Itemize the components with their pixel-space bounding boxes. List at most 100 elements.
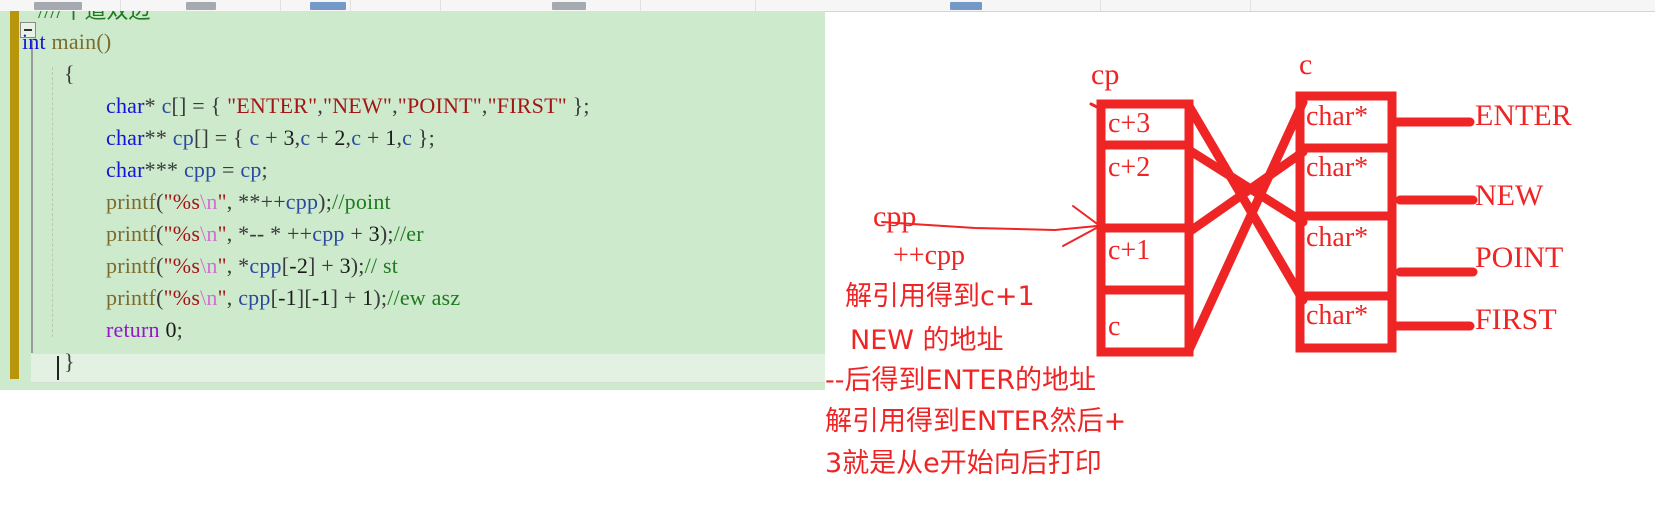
code-line[interactable]: printf("%s\n", **++cpp);//point [106,191,391,213]
code-token: c [300,125,311,150]
code-token: }; [566,93,590,118]
code-token: ] + [330,285,363,310]
code-token: 1 [385,125,397,150]
code-token: ][ [296,285,312,310]
code-token: 0 [165,317,177,342]
annotation-line-6: 3就是从e开始向后打印 [825,448,1102,479]
code-token: "FIRST" [487,93,567,118]
code-token: "ENTER" [227,93,318,118]
toolbar-separator [640,0,641,11]
code-token: char [106,157,145,182]
code-token: 1 [362,285,374,310]
code-token: "%s [163,221,201,246]
cp-cell-0: c+3 [1108,108,1151,139]
code-token: 3 [283,125,295,150]
code-token: *** [144,157,184,182]
code-token: \n [200,189,218,214]
toolbar-separator [755,0,756,11]
code-line[interactable]: char** cp[] = { c + 3,c + 2,c + 1,c }; [106,127,435,149]
code-token: * [144,93,162,118]
code-line[interactable]: return 0; [106,319,183,341]
code-token: " [217,285,227,310]
code-token: "%s [163,285,201,310]
code-token: + [259,125,284,150]
string-label-first: FIRST [1475,303,1557,336]
code-token: ); [350,253,365,278]
code-token: ); [318,189,333,214]
code-line[interactable]: { [64,63,75,85]
code-token: char [106,93,145,118]
code-token: + [361,125,386,150]
code-token: ** [144,125,173,150]
code-token: // st [364,253,399,278]
code-token: , [226,285,239,310]
code-token: , * [226,253,250,278]
code-token: 3 [368,221,380,246]
c-cell-2: char* [1306,222,1369,253]
code-token: \n [200,221,218,246]
code-token: printf [106,221,157,246]
code-token: char [106,125,145,150]
toolbar-menu-item-icon[interactable] [552,2,586,10]
string-label-point: POINT [1475,241,1564,274]
code-token: ( [156,189,164,214]
code-token: printf [106,285,157,310]
code-token: " [217,189,227,214]
code-token: }; [412,125,435,150]
code-editor-pane[interactable]: ////十道双边 int main(){char* c[] = { "ENTER… [0,11,825,390]
code-token: cp [172,125,194,150]
code-token: [] = { [171,93,228,118]
code-token: int [22,29,52,54]
code-token: 2 [334,125,346,150]
toolbar-separator [350,0,351,11]
code-token: cpp [183,157,217,182]
code-line[interactable]: } [64,351,75,373]
code-token: -2 [289,253,309,278]
code-line[interactable]: int main() [22,31,111,53]
c-cell-1: char* [1306,152,1369,183]
code-token: ( [156,221,164,246]
code-token: c [249,125,260,150]
code-token: cpp [285,189,319,214]
code-token: cp [240,157,262,182]
code-token: "%s [163,189,201,214]
code-line[interactable]: char*** cpp = cp; [106,159,268,181]
cp-cell-3: c [1108,311,1121,342]
annotation-line-3: NEW 的地址 [850,325,1004,356]
code-token: -1 [311,285,331,310]
toolbar-menu-item-icon[interactable] [34,2,82,10]
toolbar-separator [280,0,281,11]
code-token: printf [106,189,157,214]
string-label-new: NEW [1475,179,1544,212]
code-token: , **++ [226,189,286,214]
code-token: ); [373,285,388,310]
code-token: cpp [312,221,345,246]
cp-cell-2: c+1 [1108,235,1151,266]
string-label-enter: ENTER [1475,99,1572,132]
screenshot-root: ////十道双边 int main(){char* c[] = { "ENTER… [0,0,1655,508]
code-token: () [96,29,112,54]
code-line[interactable]: printf("%s\n", cpp[-1][-1] + 1);//ew asz [106,287,460,309]
pointer-diagram: cp c+3 c+2 c+1 c c char* char* char* cha… [825,0,1655,508]
code-token: , *-- * ++ [226,221,313,246]
code-token: "NEW" [323,93,393,118]
code-token: = [216,157,241,182]
code-token: } [64,349,75,374]
code-token: ] + [308,253,340,278]
toolbar-dropdown-icon[interactable] [310,2,346,10]
code-token: ( [156,253,164,278]
code-line[interactable]: printf("%s\n", *cpp[-2] + 3);// st [106,255,398,277]
c-cell-3: char* [1306,300,1369,331]
code-token: "POINT" [397,93,482,118]
code-token: \n [200,253,218,278]
c-array-label: c [1299,48,1313,81]
cpp-pointer-label: cpp [873,200,917,233]
code-token: + [310,125,335,150]
toolbar-menu-item-icon[interactable] [186,2,216,10]
code-line[interactable]: printf("%s\n", *-- * ++cpp + 3);//er [106,223,424,245]
code-token: " [217,253,227,278]
cp-array-label: cp [1091,58,1120,91]
code-line[interactable]: char* c[] = { "ENTER","NEW","POINT","FIR… [106,95,590,117]
code-token: -1 [278,285,297,310]
code-lines-container[interactable]: int main() { char* c[] = { "ENTER","NEW","… [0,11,825,390]
